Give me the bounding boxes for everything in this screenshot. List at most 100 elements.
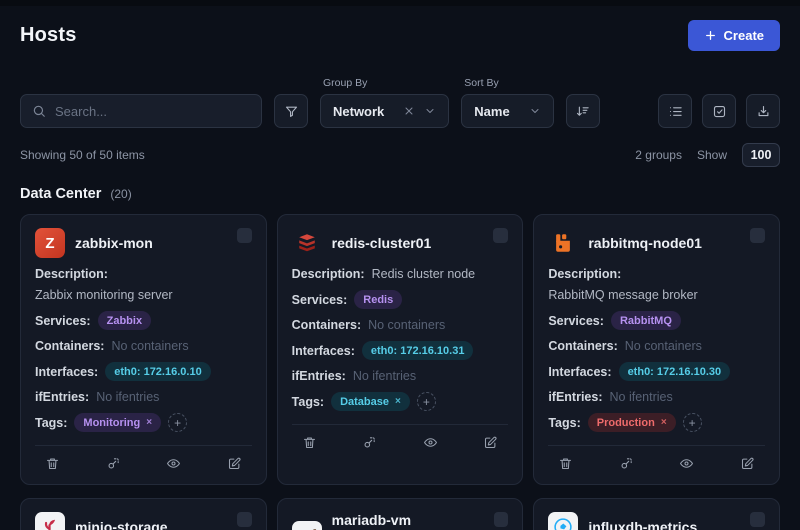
select-mode-button[interactable] (702, 94, 736, 128)
view-actions (658, 94, 780, 128)
tag-label: Monitoring (83, 417, 140, 429)
host-card: mariadb-vm VM Managed By Proxmox VE Desc… (277, 498, 524, 530)
filter-button[interactable] (274, 94, 308, 128)
scan-icon (106, 456, 121, 471)
field-row: Tags: Monitoring × + (35, 413, 252, 432)
search-input[interactable] (55, 104, 250, 119)
results-meta: Showing 50 of 50 items 2 groups Show (20, 143, 780, 167)
host-select-checkbox[interactable] (493, 228, 508, 243)
view-host-button[interactable] (679, 456, 694, 471)
select-check-icon (712, 104, 727, 119)
field-row: Tags: Database × + (292, 392, 509, 411)
tag-label: Database (340, 396, 389, 408)
field-row: Services:Redis (292, 290, 509, 309)
host-select-checkbox[interactable] (237, 228, 252, 243)
add-tag-button[interactable]: + (417, 392, 436, 411)
search-icon (32, 104, 46, 118)
field-row: Interfaces:eth0: 172.16.10.31 (292, 341, 509, 360)
eye-icon (423, 435, 438, 450)
scan-icon (362, 435, 377, 450)
delete-host-button[interactable] (302, 435, 317, 450)
list-icon (668, 104, 683, 119)
containers-value: No containers (368, 318, 445, 332)
plus-icon (704, 29, 717, 42)
chevron-down-icon (424, 105, 436, 117)
scan-host-button[interactable] (362, 435, 377, 450)
edit-host-button[interactable] (227, 456, 242, 471)
tag-remove-icon[interactable]: × (146, 417, 152, 428)
download-icon (756, 104, 771, 119)
service-pill: Zabbix (98, 311, 151, 330)
card-header: rabbitmq-node01 (548, 228, 765, 258)
view-host-button[interactable] (423, 435, 438, 450)
services-label: Services: (35, 314, 91, 328)
chevron-down-icon (529, 105, 541, 117)
delete-host-button[interactable] (558, 456, 573, 471)
page-size-input[interactable] (742, 143, 780, 167)
sort-direction-button[interactable] (566, 94, 600, 128)
tag-pill: Production× (588, 413, 676, 432)
tag-remove-icon[interactable]: × (661, 417, 667, 428)
card-fields: Description:RabbitMQ message brokerServi… (548, 267, 765, 432)
field-row: ifEntries: No ifentries (35, 390, 252, 404)
ifentries-value: No ifentries (353, 369, 416, 383)
sort-by-select[interactable]: Name (461, 94, 553, 128)
host-select-checkbox[interactable] (750, 228, 765, 243)
edit-host-button[interactable] (483, 435, 498, 450)
group-count: (20) (110, 187, 131, 201)
tag-pill: Database × (331, 392, 410, 411)
scan-host-button[interactable] (619, 456, 634, 471)
view-host-button[interactable] (166, 456, 181, 471)
trash-icon (302, 435, 317, 450)
influxdb-icon (548, 512, 578, 530)
group-by-select[interactable]: Network (320, 94, 449, 128)
hosts-page: Hosts Create Group By Network Sort By (0, 6, 800, 530)
host-name: mariadb-vm (332, 512, 484, 528)
host-name: minio-storage (75, 519, 168, 530)
host-select-checkbox[interactable] (494, 512, 508, 527)
scan-host-button[interactable] (106, 456, 121, 471)
host-select-checkbox[interactable] (237, 512, 252, 527)
containers-value: No containers (111, 339, 188, 353)
showing-count: Showing 50 of 50 items (20, 148, 145, 162)
containers-label: Containers: (548, 339, 617, 353)
ifentries-label: ifEntries: (35, 390, 89, 404)
field-row: Interfaces:eth0: 172.16.10.30 (548, 362, 765, 381)
containers-label: Containers: (292, 318, 361, 332)
containers-value: No containers (625, 339, 702, 353)
page-header: Hosts Create (20, 20, 780, 51)
tags-label: Tags: (292, 395, 324, 409)
add-tag-button[interactable]: + (168, 413, 187, 432)
interface-pill: eth0: 172.16.10.31 (362, 341, 474, 360)
export-button[interactable] (746, 94, 780, 128)
host-card: Z zabbix-mon Description:Zabbix monitori… (20, 214, 267, 485)
card-fields: Description:Zabbix monitoring serverServ… (35, 267, 252, 432)
list-view-button[interactable] (658, 94, 692, 128)
eye-icon (679, 456, 694, 471)
edit-host-button[interactable] (740, 456, 755, 471)
eye-icon (166, 456, 181, 471)
mariadb-icon (292, 521, 322, 530)
create-button[interactable]: Create (688, 20, 780, 51)
add-tag-button[interactable]: + (683, 413, 702, 432)
zabbix-icon: Z (35, 228, 65, 258)
ifentries-value: No ifentries (610, 390, 673, 404)
tags-label: Tags: (35, 416, 67, 430)
card-header: Z zabbix-mon (35, 228, 252, 258)
host-select-checkbox[interactable] (750, 512, 765, 527)
sort-by-label: Sort By (464, 77, 553, 89)
ifentries-label: ifEntries: (292, 369, 346, 383)
services-label: Services: (548, 314, 604, 328)
field-row: ifEntries: No ifentries (292, 369, 509, 383)
host-name: redis-cluster01 (332, 235, 432, 251)
field-row: Containers: No containers (292, 318, 509, 332)
card-actions (292, 424, 509, 452)
ifentries-value: No ifentries (96, 390, 159, 404)
card-actions (548, 445, 765, 473)
delete-host-button[interactable] (45, 456, 60, 471)
trash-icon (45, 456, 60, 471)
services-label: Services: (292, 293, 348, 307)
clear-icon[interactable] (403, 105, 415, 117)
tag-remove-icon[interactable]: × (395, 396, 401, 407)
search-box (20, 94, 262, 128)
